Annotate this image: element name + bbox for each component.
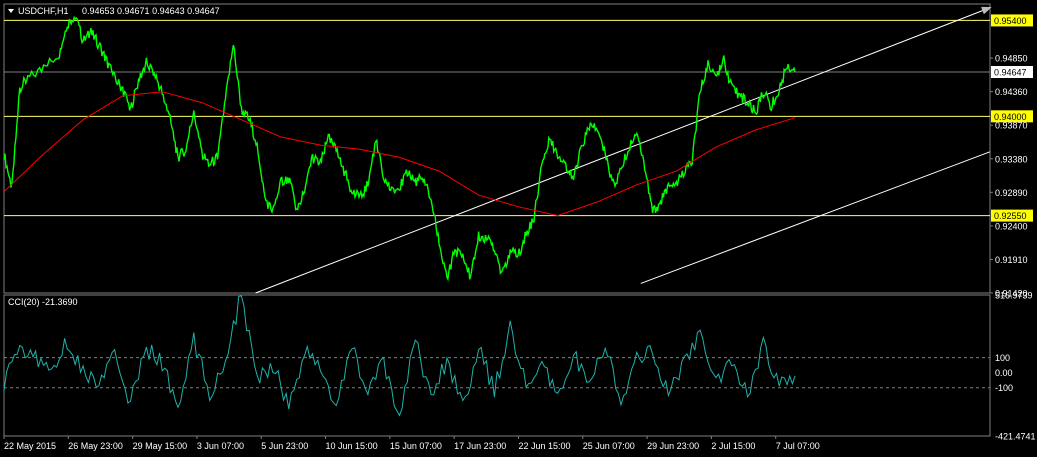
x-tick-label-8: 22 Jun 15:00 [518,441,570,451]
y-tick-label-6: 0.91910 [995,255,1028,265]
ohlc-readout: 0.94653 0.94671 0.94643 0.94647 [82,6,220,16]
cci-tick-label-0: 516.9739 [995,291,1033,301]
cci-tick-label-3: -100 [995,383,1013,393]
x-tick-label-11: 2 Jul 15:00 [711,441,755,451]
x-tick-label-4: 5 Jun 23:00 [261,441,308,451]
cci-tick-label-2: 0.00 [995,368,1013,378]
symbol-label: USDCHF,H1 [18,6,69,16]
x-tick-label-0: 22 May 2015 [4,441,56,451]
hline-tag-label-0: 0.95400 [994,16,1027,26]
x-tick-label-5: 10 Jun 15:00 [326,441,378,451]
chart-root: USDCHF,H1 0.94653 0.94671 0.94643 0.9464… [0,0,1037,457]
hline-tag-3: 0.92550 [991,209,1033,222]
cci-tick-label-1: 100 [995,353,1010,363]
x-tick-label-6: 15 Jun 07:00 [390,441,442,451]
x-tick-label-7: 17 Jun 23:00 [454,441,506,451]
x-tick-label-10: 29 Jun 23:00 [647,441,699,451]
y-tick-label-4: 0.92890 [995,188,1028,198]
hline-tag-0: 0.95400 [991,14,1033,27]
x-tick-label-12: 7 Jul 07:00 [776,441,820,451]
cci-tick-label-4: -421.4741 [995,432,1036,442]
y-tick-label-1: 0.94360 [995,87,1028,97]
hline-tag-label-1: 0.94647 [994,68,1027,78]
chart-background [0,0,1037,457]
y-tick-label-5: 0.92400 [995,221,1028,231]
x-tick-label-1: 26 May 23:00 [68,441,123,451]
y-tick-label-2: 0.93870 [995,121,1028,131]
hline-tag-label-3: 0.92550 [994,211,1027,221]
y-tick-label-3: 0.93380 [995,154,1028,164]
hline-tag-1: 0.94647 [991,66,1033,79]
x-tick-label-9: 25 Jun 07:00 [583,441,635,451]
x-tick-label-2: 29 May 15:00 [133,441,188,451]
y-tick-label-0: 0.94850 [995,54,1028,64]
x-tick-label-3: 3 Jun 07:00 [197,441,244,451]
cci-label: CCI(20) -21.3690 [8,297,78,307]
